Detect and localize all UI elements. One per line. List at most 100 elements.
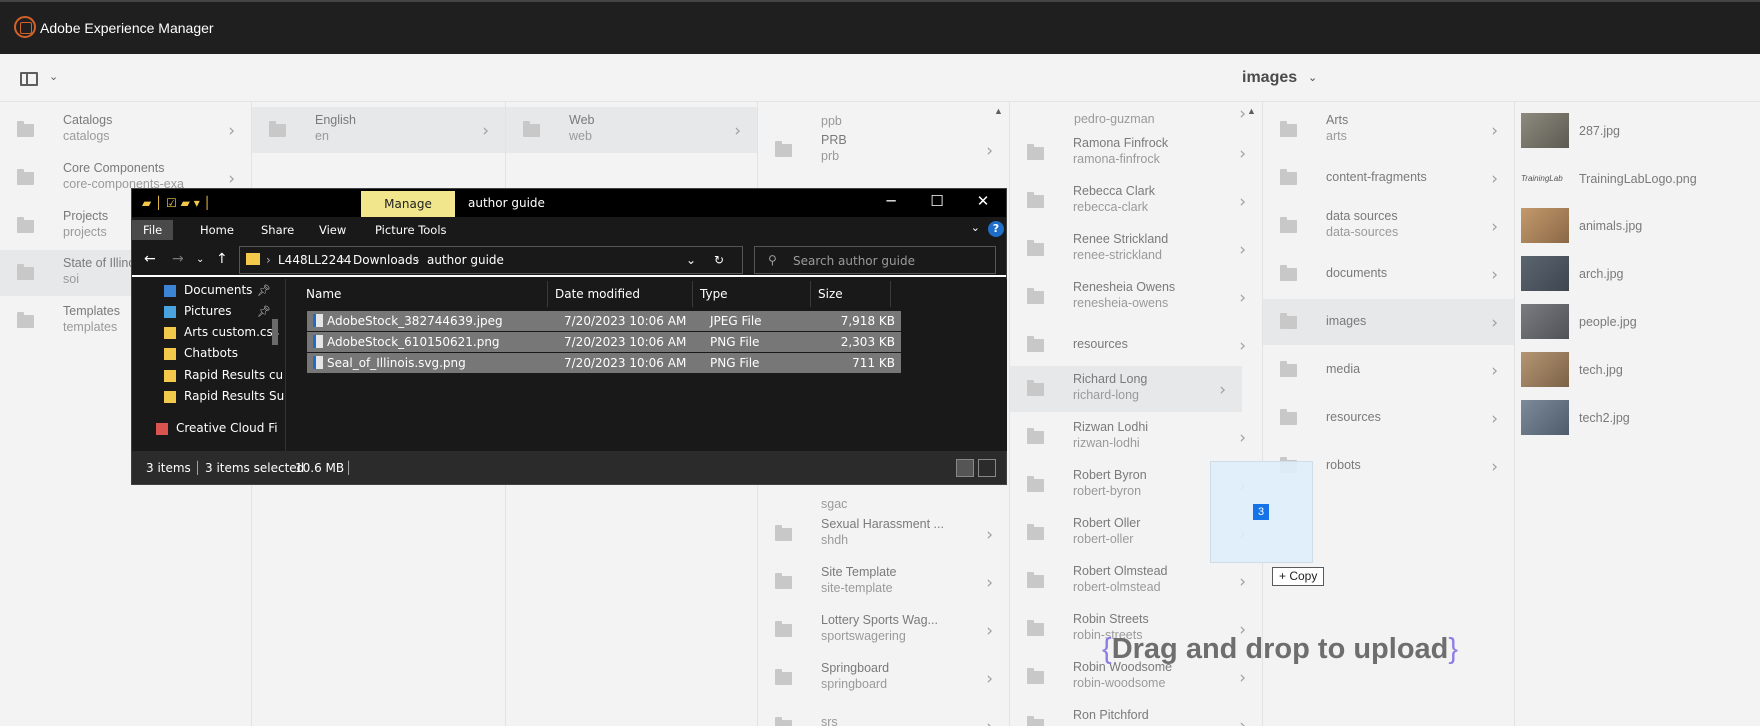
asset-item[interactable]: arch.jpg [1515,254,1760,300]
chevron-down-icon[interactable]: ⌄ [686,253,696,267]
column-item[interactable]: English en › [252,107,505,153]
column-item[interactable]: resources › [1010,322,1262,368]
chevron-right-icon[interactable]: › [1491,217,1498,237]
help-icon[interactable]: ? [988,221,1004,237]
nav-item[interactable]: Creative Cloud Fil [144,417,278,439]
chevron-right-icon[interactable]: › [1491,457,1498,477]
asset-item[interactable]: animals.jpg [1515,206,1760,252]
nav-item[interactable]: Rapid Results Su [152,385,285,407]
column-item[interactable]: Robert Olmstead robert-olmstead › [1010,558,1262,604]
chevron-right-icon[interactable]: › [1491,313,1498,333]
chevron-right-icon[interactable]: › [1239,240,1246,260]
column-item[interactable]: Renee Strickland renee-strickland › [1010,226,1262,272]
chevron-down-icon[interactable]: ⌄ [1308,71,1317,84]
chevron-right-icon[interactable]: › [1239,572,1246,592]
chevron-right-icon[interactable]: › [482,121,489,141]
aem-logo-icon[interactable] [14,16,36,38]
file-row[interactable]: Seal_of_Illinois.svg.png 7/20/2023 10:06 … [307,353,901,373]
chevron-right-icon[interactable]: › [1491,121,1498,141]
close-icon[interactable]: ✕ [960,192,1006,210]
nav-item[interactable]: Arts custom.css [152,321,285,343]
column-item[interactable]: Springboard springboard › [758,655,1009,701]
nav-item[interactable]: Chatbots [152,342,285,364]
chevron-right-icon[interactable]: › [1219,380,1226,400]
scrollbar[interactable] [272,319,278,345]
chevron-right-icon[interactable]: › [1239,428,1246,448]
chevron-right-icon[interactable]: › [1239,716,1246,726]
chevron-right-icon[interactable]: › [986,573,993,593]
location-title[interactable]: images [1242,69,1297,87]
column-item[interactable]: documents › [1263,251,1514,297]
details-view-icon[interactable] [956,459,974,477]
column-item[interactable]: Catalogs catalogs › [0,107,251,153]
up-arrow-icon[interactable]: ↑ [216,251,228,267]
pin-icon[interactable]: 📌︎ [257,305,271,318]
chevron-right-icon[interactable]: › [1239,192,1246,212]
chevron-right-icon[interactable]: › [1491,265,1498,285]
column-item[interactable]: Sexual Harassment ... shdh › [758,511,1009,557]
rail-toggle-icon[interactable] [20,72,38,86]
tab-file[interactable]: File [132,220,174,240]
column-header-type[interactable]: Type [693,281,811,307]
nav-item[interactable]: Rapid Results cu [152,364,285,386]
column-item[interactable]: Richard Long richard-long › [1010,366,1242,412]
column-item[interactable]: resources › [1263,395,1514,441]
refresh-icon[interactable]: ↻ [714,253,724,267]
chevron-right-icon[interactable]: › [986,621,993,641]
chevron-right-icon[interactable]: › [1239,104,1246,124]
file-row[interactable]: AdobeStock_610150621.png 7/20/2023 10:06 … [307,332,901,352]
chevron-right-icon[interactable]: › [1239,144,1246,164]
column-item[interactable]: media › [1263,347,1514,393]
chevron-right-icon[interactable]: › [228,169,235,189]
column-header-size[interactable]: Size [811,281,891,307]
chevron-right-icon[interactable]: › [986,717,993,726]
column-item[interactable]: Web web › [506,107,757,153]
breadcrumb-item[interactable]: author guide [427,253,504,267]
chevron-right-icon[interactable]: › [986,525,993,545]
column-item[interactable]: Ramona Finfrock ramona-finfrock › [1010,130,1262,176]
column-item[interactable]: Rizwan Lodhi rizwan-lodhi › [1010,414,1262,460]
maximize-icon[interactable]: ☐ [914,192,960,210]
column-item[interactable]: Arts arts › [1263,107,1514,153]
asset-item[interactable]: 287.jpg [1515,111,1760,157]
breadcrumb-item[interactable]: Downloads [353,253,419,267]
back-arrow-icon[interactable]: ← [144,251,156,267]
minimize-icon[interactable]: ─ [868,192,914,210]
asset-item[interactable]: TrainingLab TrainingLabLogo.png [1515,159,1760,205]
tab-manage[interactable]: Manage [361,191,455,217]
explorer-title-bar[interactable]: ▰ │ ☑ ▰ ▾ │ Manage author guide ─ ☐ ✕ [132,189,1006,217]
chevron-right-icon[interactable]: › [1491,169,1498,189]
chevron-right-icon[interactable]: › [1491,361,1498,381]
asset-item[interactable]: tech2.jpg [1515,398,1760,444]
tab-share[interactable]: Share [250,220,305,240]
tab-view[interactable]: View [308,220,357,240]
asset-item[interactable]: tech.jpg [1515,350,1760,396]
column-item[interactable]: Renesheia Owens renesheia-owens › [1010,274,1262,320]
column-item[interactable]: content-fragments › [1263,155,1514,201]
column-item[interactable]: Lottery Sports Wag... sportswagering › [758,607,1009,653]
column-item[interactable]: PRB prb › [758,127,1009,173]
navigation-pane[interactable]: Documents 📌︎ Pictures 📌︎ Arts custom.css… [132,279,286,451]
chevron-right-icon[interactable]: › [1239,668,1246,688]
chevron-right-icon[interactable]: › [1239,288,1246,308]
app-title[interactable]: Adobe Experience Manager [40,20,214,36]
column-item[interactable]: srs› [758,703,1009,726]
chevron-right-icon[interactable]: › [1239,336,1246,356]
column-item[interactable]: Site Template site-template › [758,559,1009,605]
chevron-right-icon[interactable]: › [986,669,993,689]
address-bar[interactable]: › L448LL2244 › Downloads › author guide … [239,246,743,274]
chevron-down-icon[interactable]: ⌄ [49,70,58,83]
recent-locations-icon[interactable]: ⌄ [196,254,204,265]
chevron-right-icon[interactable]: › [734,121,741,141]
file-explorer-window[interactable]: ▰ │ ☑ ▰ ▾ │ Manage author guide ─ ☐ ✕ Fi… [131,188,1007,485]
quick-access-toolbar-icon[interactable]: ▰ │ ☑ ▰ ▾ │ [142,196,211,210]
tab-home[interactable]: Home [189,220,245,240]
asset-item[interactable]: people.jpg [1515,302,1760,348]
tab-picture-tools[interactable]: Picture Tools [364,220,458,240]
column-item[interactable]: data sources data-sources › [1263,203,1514,249]
chevron-right-icon[interactable]: › [228,121,235,141]
column-header-date[interactable]: Date modified [548,281,693,307]
search-input[interactable]: ⚲ Search author guide [754,246,996,274]
column-item[interactable]: Ron Pitchford › [1010,702,1262,726]
chevron-down-icon[interactable]: ⌄ [971,221,980,234]
